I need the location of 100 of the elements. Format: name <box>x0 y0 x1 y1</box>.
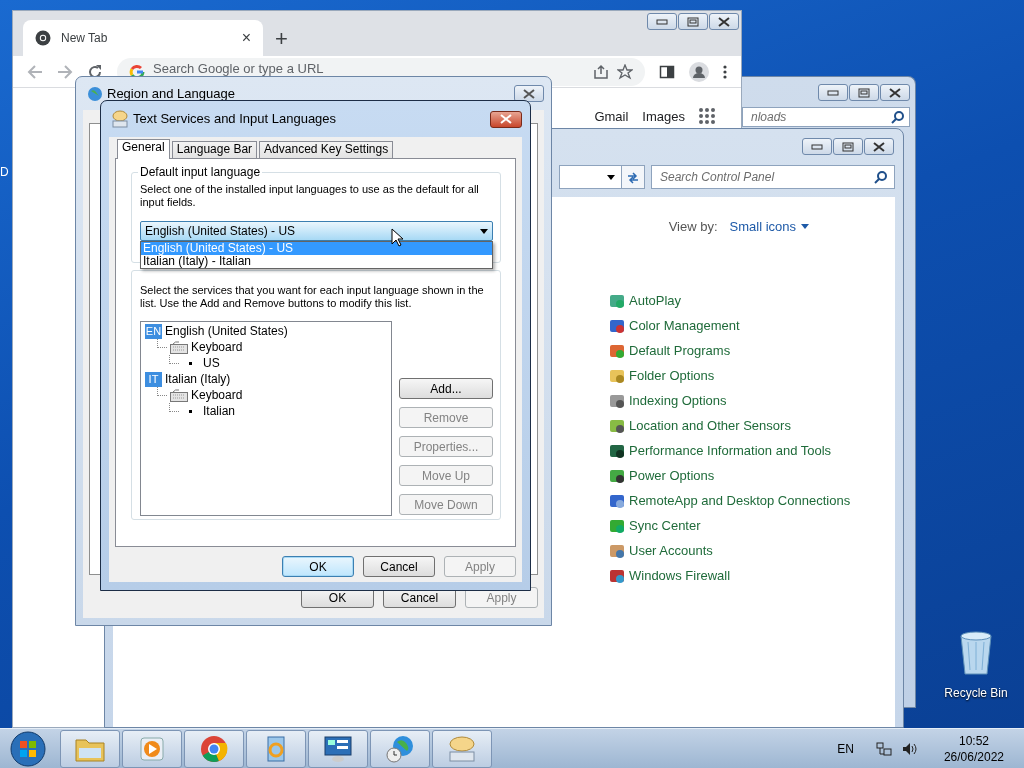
control-panel-link[interactable]: Default Programs <box>629 341 731 361</box>
control-panel-link[interactable]: RemoteApp and Desktop Connections <box>629 491 851 511</box>
tree-item[interactable]: Keyboard <box>191 338 243 356</box>
tree-item[interactable]: Italian <box>203 402 236 420</box>
keyboard-icon <box>170 388 188 402</box>
tab-title: New Tab <box>61 30 109 47</box>
language-dropdown[interactable]: English (United States) - US <box>140 221 493 241</box>
control-panel-icon <box>323 734 353 763</box>
network-icon[interactable] <box>875 740 892 757</box>
taskbar-button[interactable] <box>308 729 368 768</box>
minimize-icon <box>656 18 668 25</box>
minimize-button[interactable] <box>647 13 677 30</box>
dropdown-option[interactable]: Italian (Italy) - Italian <box>141 255 492 268</box>
address-input[interactable]: Search Google or type a URL <box>153 61 585 77</box>
minimize-button[interactable] <box>818 84 848 101</box>
tab[interactable]: Advanced Key Settings <box>259 141 394 158</box>
close-button[interactable] <box>709 13 739 30</box>
caret-icon <box>801 224 809 230</box>
applet-icon <box>609 418 625 434</box>
close-button[interactable] <box>490 110 522 128</box>
search-input[interactable]: nloads <box>749 107 891 127</box>
refresh-button[interactable] <box>621 165 645 189</box>
language-badge: IT <box>145 371 162 387</box>
tab-close-button[interactable]: × <box>241 30 251 46</box>
control-panel-link[interactable]: User Accounts <box>629 541 713 561</box>
address-field[interactable] <box>559 165 621 189</box>
close-button[interactable] <box>864 138 894 155</box>
recycle-bin-icon[interactable] <box>958 630 994 676</box>
close-icon <box>889 87 901 98</box>
control-panel-link[interactable]: AutoPlay <box>629 291 682 311</box>
applet-icon <box>609 543 625 559</box>
search-input[interactable]: Search Control Panel <box>658 167 874 187</box>
applet-icon <box>609 293 625 309</box>
keyboard-icon <box>170 340 188 354</box>
link[interactable]: Images <box>642 108 685 124</box>
share-icon[interactable] <box>593 63 609 80</box>
close-icon <box>500 114 512 124</box>
close-button[interactable] <box>514 85 544 102</box>
applet-icon <box>609 443 625 459</box>
minimize-icon <box>827 89 839 96</box>
close-button[interactable] <box>880 84 910 101</box>
control-panel-link[interactable]: Power Options <box>629 466 715 486</box>
tree-item[interactable]: Italian (Italy) <box>165 370 231 388</box>
dialog-button[interactable]: Add... <box>399 378 493 399</box>
dialog-button[interactable]: Cancel <box>363 556 435 577</box>
mouse-cursor-icon <box>391 228 403 247</box>
window-title: Region and Language <box>107 84 235 103</box>
caret-icon <box>480 228 488 234</box>
search-field[interactable]: nloads <box>742 107 910 127</box>
tree-item[interactable]: English (United States) <box>165 322 288 340</box>
bullet-icon <box>189 361 192 365</box>
control-panel-link[interactable]: Sync Center <box>629 516 701 536</box>
applet-icon <box>609 368 625 384</box>
search-icon[interactable] <box>891 110 905 124</box>
control-panel-link[interactable]: Location and Other Sensors <box>629 416 791 436</box>
dialog-button[interactable]: OK <box>282 556 354 577</box>
close-icon <box>718 16 730 27</box>
applet-icon <box>609 568 625 584</box>
search-icon[interactable] <box>874 170 888 184</box>
applet-icon <box>609 518 625 534</box>
control-panel-link[interactable]: Folder Options <box>629 366 715 386</box>
window-title: Text Services and Input Languages <box>133 110 337 129</box>
view-by-dropdown[interactable]: Small icons <box>729 217 809 237</box>
clock-time[interactable]: 10:52 <box>958 732 989 749</box>
desktop-icon-label: D <box>0 164 9 181</box>
globe-clock-icon <box>385 733 415 764</box>
language-indicator[interactable]: EN <box>837 739 854 758</box>
maximize-icon <box>858 87 870 98</box>
clock-date[interactable]: 26/06/2022 <box>943 748 1004 765</box>
taskbar-button[interactable] <box>184 729 244 768</box>
new-tab-button[interactable]: + <box>275 28 288 50</box>
description-text: Select the services that you want for each input language shown in the list. Use the Add and Remove buttons to modify this list. <box>140 284 485 310</box>
description-text: Select one of the installed input languages to use as the default for all input fields. <box>140 183 480 209</box>
close-icon <box>873 141 885 152</box>
tree-item[interactable]: Keyboard <box>191 386 243 404</box>
menu-icon[interactable] <box>723 63 727 80</box>
tab[interactable]: General <box>117 139 170 159</box>
link[interactable]: Gmail <box>594 108 629 124</box>
minimize-button[interactable] <box>802 138 832 155</box>
search-field[interactable]: Search Control Panel <box>651 165 895 189</box>
side-panel-icon[interactable] <box>659 63 675 80</box>
dropdown-list[interactable]: English (United States) - US Italian (Italy) - Italian <box>140 241 493 269</box>
control-panel-link[interactable]: Performance Information and Tools <box>629 441 832 461</box>
applet-icon <box>609 468 625 484</box>
keyboard-speech-icon <box>111 110 129 128</box>
control-panel-link[interactable]: Color Management <box>629 316 740 336</box>
control-panel-link[interactable]: Windows Firewall <box>629 566 731 586</box>
refresh-icon <box>626 170 640 185</box>
apps-grid-icon[interactable] <box>699 108 715 124</box>
browser-tab[interactable]: New Tab × <box>23 20 263 56</box>
desktop-icon-label[interactable]: Recycle Bin <box>944 684 1008 702</box>
control-panel-link[interactable]: Indexing Options <box>629 391 727 411</box>
profile-icon[interactable] <box>689 61 709 82</box>
applet-icon <box>609 493 625 509</box>
tree-item[interactable]: US <box>203 354 220 372</box>
language-badge: EN <box>145 323 162 339</box>
star-icon[interactable] <box>617 63 633 80</box>
applet-icon <box>609 393 625 409</box>
minimize-icon <box>811 143 823 150</box>
tab[interactable]: Language Bar <box>171 141 258 158</box>
